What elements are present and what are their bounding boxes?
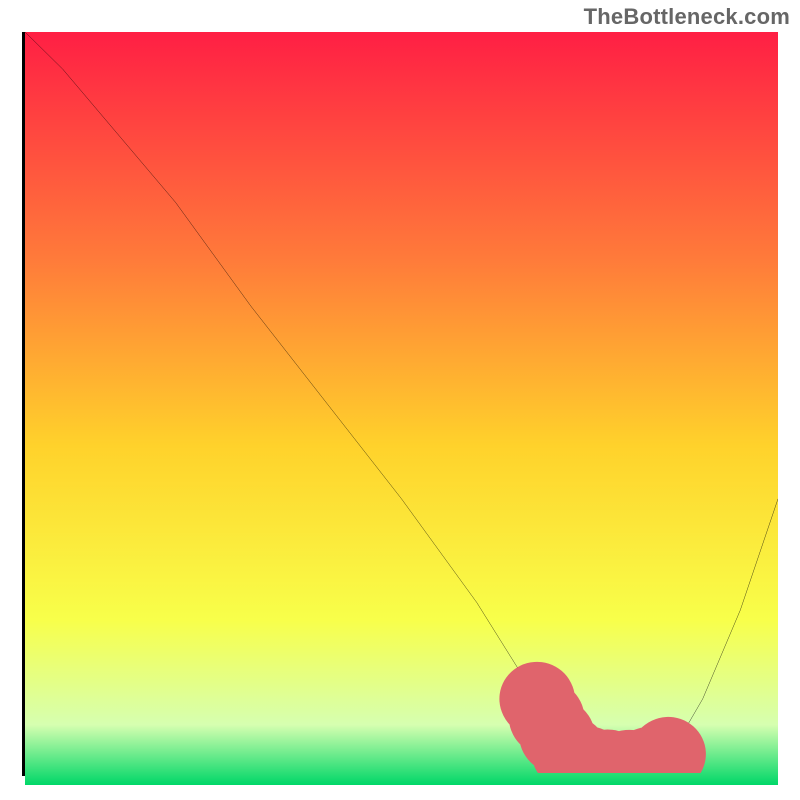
bottleneck-curve bbox=[25, 32, 778, 767]
curve-layer bbox=[25, 32, 778, 773]
optimal-range-marker bbox=[537, 699, 673, 767]
chart-container: TheBottleneck.com bbox=[0, 0, 800, 800]
watermark-label: TheBottleneck.com bbox=[584, 4, 790, 30]
plot-area bbox=[22, 32, 778, 776]
